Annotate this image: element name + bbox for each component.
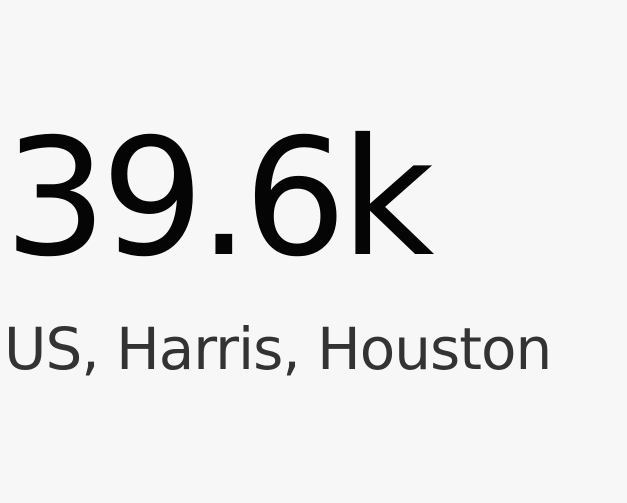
kpi-card: 39.6k US, Harris, Houston bbox=[4, 118, 624, 380]
kpi-location-label: US, Harris, Houston bbox=[4, 315, 552, 383]
kpi-value: 39.6k bbox=[4, 105, 435, 293]
